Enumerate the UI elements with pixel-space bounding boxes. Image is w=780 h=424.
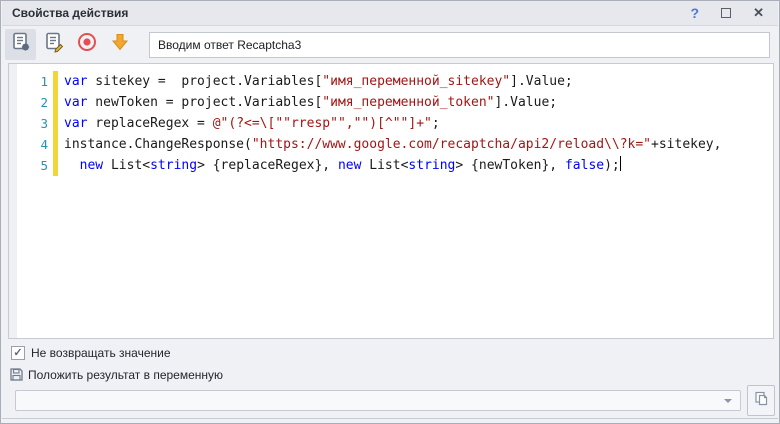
document-edit-icon [43, 31, 65, 58]
window-title: Свойства действия [12, 6, 128, 20]
save-result-label: Положить результат в переменную [28, 368, 223, 382]
text-caret [620, 156, 621, 171]
close-button[interactable]: ✕ [753, 5, 764, 21]
line-number: 5 [9, 155, 48, 176]
code-line: 3var replaceRegex = @"(?<=\[""rresp"",""… [9, 113, 773, 134]
down-arrow-icon [109, 31, 131, 58]
copy-icon [753, 390, 770, 412]
change-bar [53, 113, 58, 134]
change-bar [53, 71, 58, 92]
save-result-icon [9, 367, 24, 382]
copy-button[interactable] [747, 385, 775, 416]
line-number: 4 [9, 134, 48, 155]
maximize-button[interactable] [721, 8, 731, 18]
no-return-checkbox[interactable]: ✓ [11, 346, 25, 360]
action-properties-window: Свойства действия ? ✕ [0, 0, 780, 424]
line-number: 2 [9, 92, 48, 113]
code-line: 2var newToken = project.Variables["имя_п… [9, 92, 773, 113]
chevron-down-icon [724, 399, 732, 403]
bottom-frame-line [2, 418, 778, 419]
change-bar [53, 155, 58, 176]
change-bar [53, 92, 58, 113]
record-button[interactable] [71, 29, 102, 60]
code-view-button[interactable] [38, 29, 69, 60]
record-icon [76, 31, 98, 58]
change-bar [53, 134, 58, 155]
insert-down-button[interactable] [104, 29, 135, 60]
save-result-option: Положить результат в переменную [9, 367, 223, 382]
document-gear-icon [10, 31, 32, 58]
title-bar: Свойства действия ? ✕ [2, 1, 778, 26]
code-line: 4instance.ChangeResponse("https://www.go… [9, 134, 773, 155]
settings-view-button[interactable] [5, 29, 36, 60]
toolbar [2, 26, 778, 63]
action-name-input[interactable] [149, 32, 770, 58]
code-editor[interactable]: 1var sitekey = project.Variables["имя_пе… [8, 63, 774, 339]
code-line: 1var sitekey = project.Variables["имя_пе… [9, 71, 773, 92]
result-variable-select[interactable] [15, 390, 741, 411]
line-number: 1 [9, 71, 48, 92]
window-controls: ? ✕ [691, 5, 768, 21]
help-button[interactable]: ? [691, 5, 700, 21]
code-lines: 1var sitekey = project.Variables["имя_пе… [9, 64, 773, 176]
line-number: 3 [9, 113, 48, 134]
no-return-label: Не возвращать значение [31, 346, 171, 360]
code-line: 5 new List<string> {replaceRegex}, new L… [9, 155, 773, 176]
no-return-option: ✓ Не возвращать значение [11, 346, 171, 360]
